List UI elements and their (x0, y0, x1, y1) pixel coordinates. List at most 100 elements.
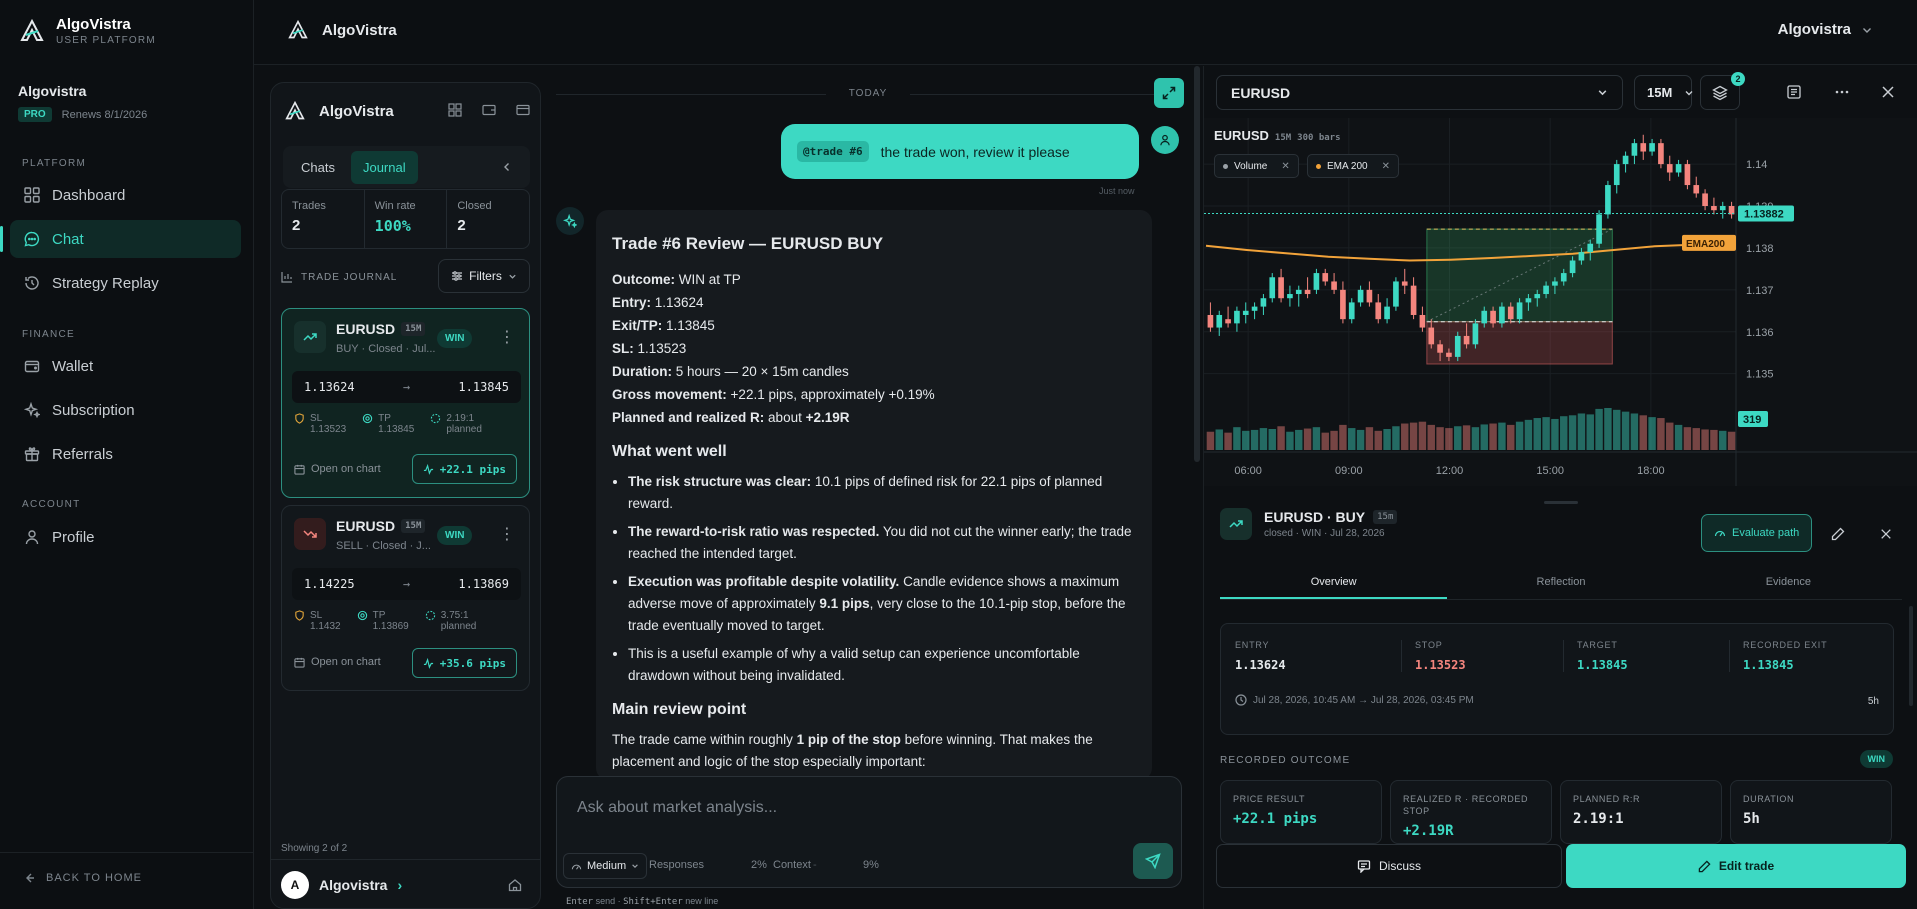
candle-body (1525, 298, 1532, 303)
timeframe-label: 15M (1647, 85, 1673, 100)
sidebar-item-referrals[interactable]: Referrals (10, 435, 241, 473)
details-scrollbar[interactable] (1909, 606, 1913, 706)
footer-user-name[interactable]: Algovistra (319, 877, 387, 893)
message-composer[interactable]: Ask about market analysis... Medium Resp… (556, 776, 1182, 888)
expand-button[interactable] (1154, 78, 1184, 108)
tp-value: 1.13869 (372, 621, 409, 632)
candle-body (1622, 155, 1629, 165)
candle-body (1640, 143, 1647, 152)
volume-bar (1630, 413, 1639, 450)
volume-bar (1277, 426, 1285, 450)
notes-icon[interactable] (1784, 82, 1804, 102)
send-button[interactable] (1133, 843, 1173, 879)
list-item: Execution was profitable despite volatil… (628, 571, 1152, 637)
home-icon[interactable] (508, 878, 522, 892)
hint-text: send (595, 896, 616, 906)
user-menu[interactable]: Algovistra (1778, 21, 1873, 38)
tab-chats[interactable]: Chats (289, 151, 347, 184)
trade-symbol: EURUSD (336, 321, 396, 337)
close-icon[interactable] (1878, 82, 1898, 102)
volume-bar (1233, 427, 1241, 450)
resize-handle[interactable] (1544, 501, 1578, 504)
avatar[interactable]: A (281, 870, 309, 899)
candle-body (1507, 306, 1514, 320)
close-icon[interactable]: ✕ (1281, 161, 1289, 172)
layers-button[interactable]: 2 (1700, 72, 1745, 110)
volume-bar (1524, 419, 1533, 450)
volume-bar (1639, 415, 1647, 450)
back-to-home-link[interactable]: BACK TO HOME (24, 872, 142, 884)
level-label: STOP (1415, 640, 1443, 650)
sidebar-item-chat[interactable]: Chat (0, 220, 241, 258)
indicator-chip-volume[interactable]: Volume ✕ (1214, 154, 1299, 178)
trend-down-icon (294, 518, 326, 550)
rr-value: 2.19:1 (446, 413, 475, 424)
effort-selector[interactable]: Medium (563, 853, 648, 879)
layout-icon[interactable] (448, 103, 462, 117)
price-tick-label: 1.137 (1746, 285, 1774, 297)
topbar-brand[interactable]: AlgoVistra (288, 20, 397, 40)
brand[interactable]: AlgoVistra USER PLATFORM (20, 16, 156, 46)
sidebar-item-label: Wallet (52, 357, 94, 375)
fact-value: +22.1 pips, approximately +0.19% (726, 387, 935, 402)
trade-card-title: EURUSD 15M (336, 321, 426, 337)
trade-card[interactable]: EURUSD 15M BUY · Closed · Jul... WIN ⋮ 1.… (281, 308, 530, 498)
wallet-icon[interactable] (482, 103, 496, 117)
volume-bar (1383, 429, 1391, 450)
volume-bar (1330, 430, 1338, 450)
trade-card[interactable]: EURUSD 15M SELL · Closed · J... WIN ⋮ 1.1… (281, 505, 530, 691)
sidebar-item-subscription[interactable]: Subscription (10, 391, 241, 429)
ratio-icon (430, 413, 441, 424)
close-icon[interactable] (1876, 524, 1896, 544)
price-chart[interactable]: 1.141.1391.1381.1371.1361.13506:0009:001… (1204, 118, 1917, 486)
volume-bar (1648, 417, 1656, 450)
color-dot (1223, 163, 1228, 169)
discuss-button[interactable]: Discuss (1216, 844, 1562, 888)
chat-scrollbar[interactable] (1194, 66, 1200, 462)
outcome-value: 5h (1743, 811, 1760, 827)
volume-bar (1674, 424, 1683, 450)
message-input[interactable]: Ask about market analysis... (577, 799, 777, 817)
trade-card-title: EURUSD 15M (336, 518, 426, 534)
tab-journal[interactable]: Journal (350, 150, 418, 184)
filters-label: Filters (469, 269, 502, 283)
renew-date: Renews 8/1/2026 (61, 108, 148, 121)
indicator-name: EMA 200 (1327, 160, 1368, 172)
sidebar-item-profile[interactable]: Profile (10, 518, 241, 556)
edit-trade-button[interactable]: Edit trade (1566, 844, 1906, 888)
top-bar: AlgoVistra Algovistra (254, 0, 1917, 65)
candle-body (1348, 302, 1355, 320)
trend-up-icon (1220, 508, 1252, 540)
close-icon[interactable]: ✕ (1382, 161, 1390, 172)
evaluate-path-button[interactable]: Evaluate path (1701, 514, 1813, 552)
more-horizontal-icon[interactable] (1832, 82, 1852, 102)
tab-reflection[interactable]: Reflection (1447, 566, 1674, 599)
filters-button[interactable]: Filters (438, 259, 530, 293)
open-on-chart-link[interactable]: Open on chart (294, 656, 381, 668)
chat-icon (24, 231, 40, 247)
symbol-selector[interactable]: EURUSD (1216, 75, 1623, 110)
open-on-chart-link[interactable]: Open on chart (294, 463, 381, 475)
fact-key: Entry: (612, 295, 652, 310)
candle-body (1684, 164, 1691, 186)
level-stop: STOP 1.13523 (1415, 640, 1466, 672)
card-icon[interactable] (516, 103, 530, 117)
sidebar-item-strategy-replay[interactable]: Strategy Replay (10, 264, 241, 302)
chart-panel: EURUSD 15M 2 1.141.1391.1381.1371.1361.1… (1203, 66, 1917, 909)
context-label: Context (773, 859, 811, 871)
volume-bar (1551, 418, 1559, 450)
trade-reference-tag[interactable]: @trade #6 (797, 141, 869, 162)
sidebar-item-wallet[interactable]: Wallet (10, 347, 241, 385)
tab-overview[interactable]: Overview (1220, 566, 1448, 599)
fact-key: Gross movement: (612, 387, 727, 402)
more-options-icon[interactable]: ⋮ (499, 327, 515, 347)
sidebar-item-dashboard[interactable]: Dashboard (10, 176, 241, 214)
sidebar-item-label: Profile (52, 528, 95, 546)
timeframe-selector[interactable]: 15M (1634, 75, 1693, 110)
indicator-chip-ema[interactable]: EMA 200 ✕ (1307, 154, 1399, 178)
collapse-chevron-icon[interactable] (502, 162, 512, 172)
date-divider: TODAY (556, 88, 1180, 99)
tab-evidence[interactable]: Evidence (1675, 566, 1902, 599)
more-options-icon[interactable]: ⋮ (499, 524, 515, 544)
pencil-icon[interactable] (1828, 524, 1848, 544)
